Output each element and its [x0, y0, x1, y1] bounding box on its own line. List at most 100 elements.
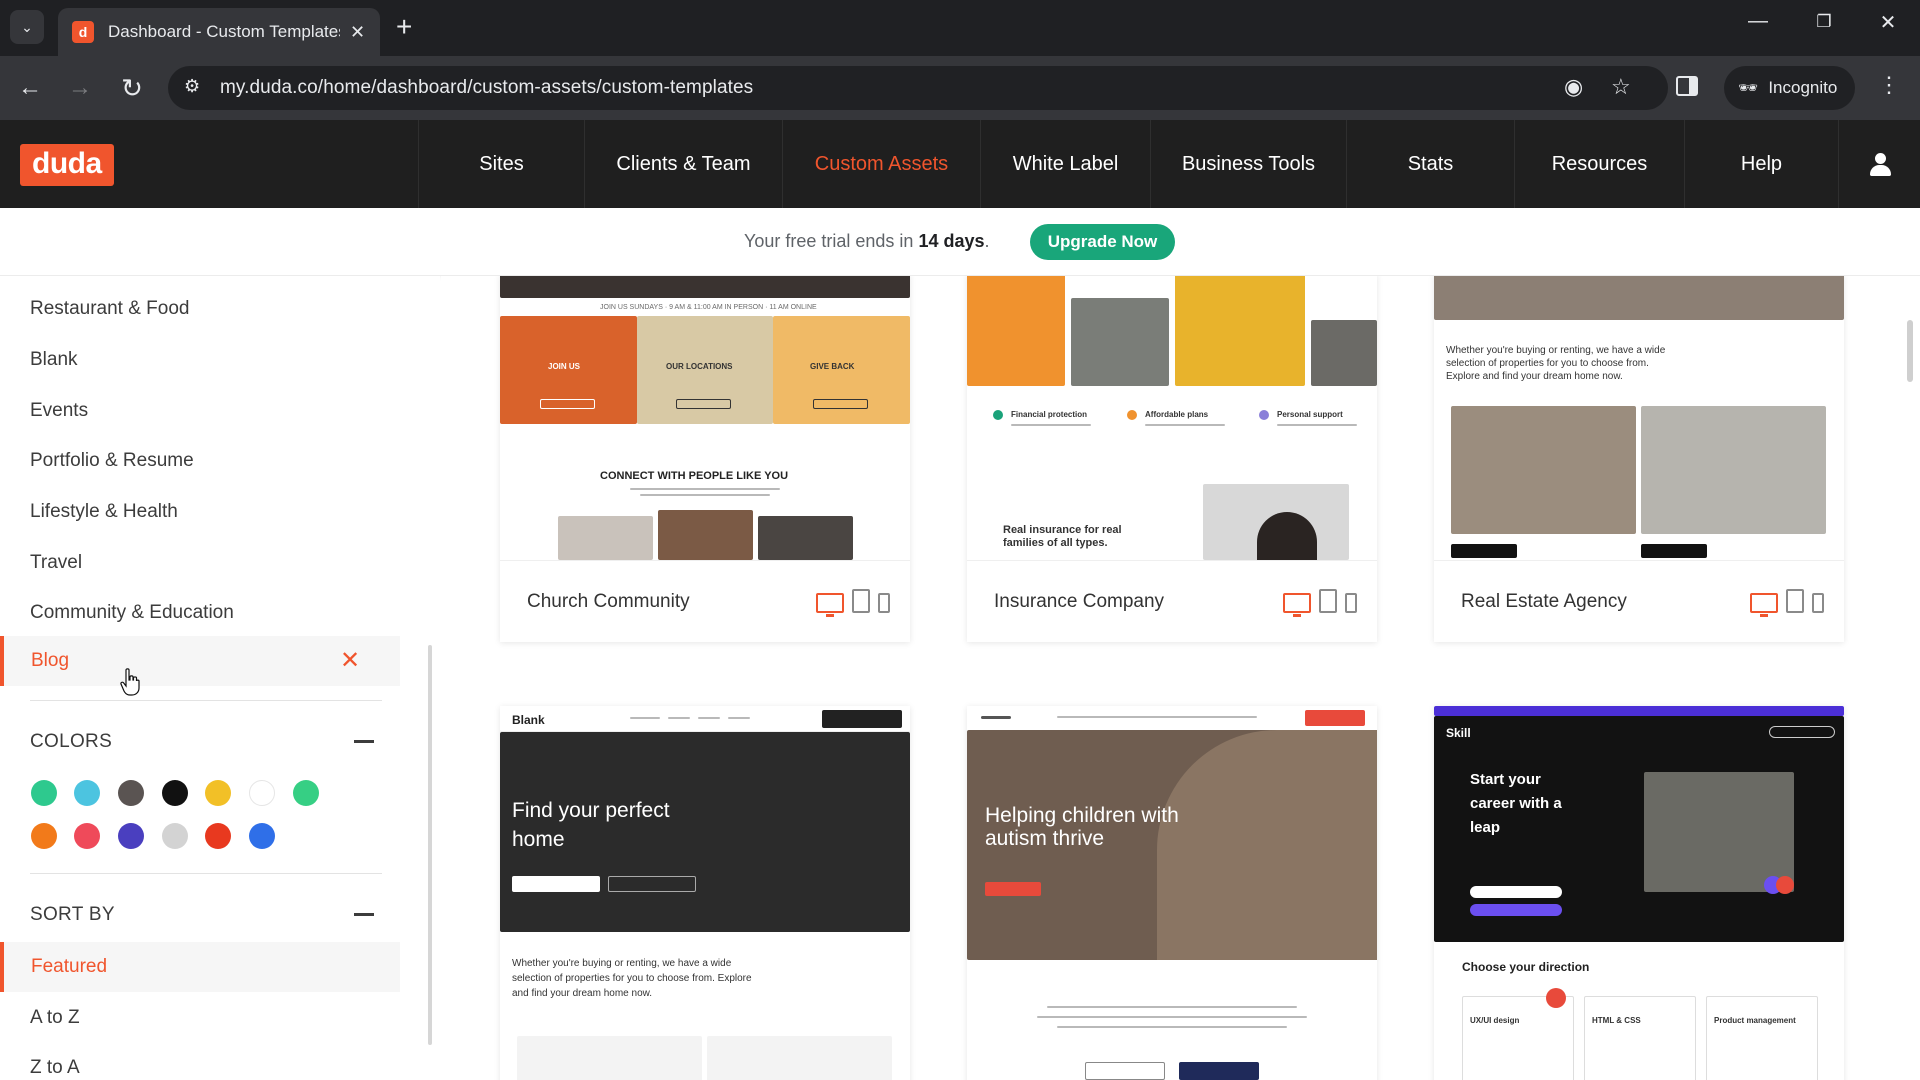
category-community-education[interactable]: Community & Education [30, 602, 234, 624]
forward-icon[interactable]: → [64, 72, 96, 104]
category-lifestyle-health[interactable]: Lifestyle & Health [30, 501, 178, 523]
duda-logo[interactable]: duda [20, 144, 114, 186]
template-grid: JOIN US SUNDAYS · 9 AM & 11:00 AM IN PER… [441, 276, 1920, 1080]
mobile-icon[interactable] [1812, 593, 1824, 613]
user-icon [1869, 153, 1891, 176]
template-thumbnail[interactable]: Whether you're buying or renting, we hav… [1434, 276, 1844, 560]
nav-white-label[interactable]: White Label [980, 120, 1150, 208]
people-photo [658, 510, 753, 560]
incognito-icon: 🕶 [1738, 80, 1759, 97]
sidebar-scrollbar[interactable] [428, 645, 432, 1045]
browser-tab-bar: ⌄ d Dashboard - Custom Templates ✕ + — ❐… [0, 0, 1920, 56]
hero-button [608, 876, 696, 892]
tablet-icon[interactable] [1786, 589, 1804, 613]
bookmark-star-icon[interactable]: ☆ [1611, 74, 1631, 100]
category-travel[interactable]: Travel [30, 552, 82, 574]
thumb-brand: Blank [512, 713, 545, 727]
sort-z-to-a[interactable]: Z to A [30, 1057, 80, 1079]
color-swatch[interactable] [74, 780, 100, 806]
color-swatch[interactable] [293, 780, 319, 806]
color-swatch[interactable] [74, 823, 100, 849]
reload-icon[interactable]: ↻ [116, 72, 148, 104]
tablet-icon[interactable] [852, 589, 870, 613]
color-swatch[interactable] [31, 780, 57, 806]
box-button [540, 399, 595, 409]
app-header: duda Sites Clients & Team Custom Assets … [0, 120, 1920, 208]
browser-menu-icon[interactable]: ⋮ [1878, 72, 1900, 98]
property-photo [1451, 406, 1636, 534]
browser-tab[interactable]: d Dashboard - Custom Templates ✕ [58, 8, 380, 56]
template-card-online-courses[interactable]: Skill Start your career with a leap Choo… [1434, 706, 1844, 1080]
color-swatch[interactable] [118, 823, 144, 849]
template-thumbnail[interactable]: JOIN US SUNDAYS · 9 AM & 11:00 AM IN PER… [500, 276, 910, 560]
color-swatch[interactable] [162, 823, 188, 849]
back-icon[interactable]: ← [14, 72, 46, 104]
nav-clients-team[interactable]: Clients & Team [584, 120, 782, 208]
color-swatch[interactable] [31, 823, 57, 849]
template-thumbnail[interactable]: Skill Start your career with a leap Choo… [1434, 706, 1844, 1080]
category-portfolio-resume[interactable]: Portfolio & Resume [30, 450, 194, 472]
hero-photo-yellow [1175, 276, 1305, 386]
sort-featured-selected[interactable]: Featured [0, 942, 400, 992]
category-blog-label: Blog [31, 650, 70, 671]
category-blank[interactable]: Blank [30, 349, 78, 371]
nav-help[interactable]: Help [1684, 120, 1838, 208]
nav-custom-assets[interactable]: Custom Assets [782, 120, 980, 208]
property-photo [517, 1036, 702, 1080]
template-card-real-estate-dark[interactable]: Blank Find your perfect home Whether you… [500, 706, 910, 1080]
feature-title: Affordable plans [1145, 410, 1209, 419]
restore-icon[interactable]: ❐ [1804, 12, 1844, 32]
site-info-icon[interactable]: ⚙ [184, 76, 200, 97]
desktop-icon[interactable] [1283, 593, 1311, 617]
nav-button [1305, 710, 1365, 726]
color-swatch[interactable] [249, 823, 275, 849]
nav-stats[interactable]: Stats [1346, 120, 1514, 208]
tab-search-icon[interactable]: ⌄ [10, 10, 44, 44]
mobile-icon[interactable] [878, 593, 890, 613]
color-swatch[interactable] [118, 780, 144, 806]
template-thumbnail[interactable]: Financial protection Affordable plans Pe… [967, 276, 1377, 560]
desktop-icon[interactable] [1750, 593, 1778, 617]
close-tab-icon[interactable]: ✕ [350, 22, 365, 43]
nav-resources[interactable]: Resources [1514, 120, 1684, 208]
template-thumbnail[interactable]: Helping children with autism thrive [967, 706, 1377, 1080]
nav-sites[interactable]: Sites [418, 120, 584, 208]
url-text[interactable]: my.duda.co/home/dashboard/custom-assets/… [220, 77, 753, 99]
template-card-autism-support[interactable]: Helping children with autism thrive [967, 706, 1377, 1080]
incognito-indicator[interactable]: 🕶 Incognito [1724, 66, 1856, 110]
tablet-icon[interactable] [1319, 589, 1337, 613]
category-blog-selected[interactable]: Blog ✕ [0, 636, 400, 686]
minimize-icon[interactable]: — [1738, 10, 1778, 33]
sort-a-to-z[interactable]: A to Z [30, 1007, 80, 1029]
account-button[interactable] [1838, 120, 1920, 208]
color-swatch[interactable] [205, 823, 231, 849]
template-thumbnail[interactable]: Blank Find your perfect home Whether you… [500, 706, 910, 1080]
category-restaurant-food[interactable]: Restaurant & Food [30, 298, 189, 320]
new-tab-icon[interactable]: + [396, 12, 412, 42]
window-close-icon[interactable]: ✕ [1868, 10, 1908, 35]
color-swatch[interactable] [205, 780, 231, 806]
cta-button [1085, 1062, 1165, 1080]
template-card-church-community[interactable]: JOIN US SUNDAYS · 9 AM & 11:00 AM IN PER… [500, 276, 910, 642]
nav-business-tools[interactable]: Business Tools [1150, 120, 1346, 208]
template-card-real-estate-agency[interactable]: Whether you're buying or renting, we hav… [1434, 276, 1844, 642]
box-label-locations: OUR LOCATIONS [666, 362, 733, 371]
box-label-give: GIVE BACK [810, 362, 855, 371]
trial-prefix: Your free trial ends in [744, 231, 919, 251]
template-card-insurance-company[interactable]: Financial protection Affordable plans Pe… [967, 276, 1377, 642]
nav-line [1057, 716, 1257, 718]
address-bar[interactable]: ⚙ my.duda.co/home/dashboard/custom-asset… [168, 66, 1668, 110]
color-swatch[interactable] [249, 780, 275, 806]
nav-line [698, 717, 720, 719]
upgrade-now-button[interactable]: Upgrade Now [1030, 224, 1175, 260]
collapse-sort-icon[interactable] [354, 913, 374, 916]
desktop-icon[interactable] [816, 593, 844, 617]
eye-off-icon[interactable]: ◉ [1564, 74, 1583, 100]
clear-category-icon[interactable]: ✕ [340, 646, 360, 675]
side-panel-icon[interactable] [1676, 76, 1698, 96]
mobile-icon[interactable] [1345, 593, 1357, 613]
page-scrollbar[interactable] [1907, 320, 1913, 382]
color-swatch[interactable] [162, 780, 188, 806]
collapse-colors-icon[interactable] [354, 740, 374, 743]
category-events[interactable]: Events [30, 400, 88, 422]
